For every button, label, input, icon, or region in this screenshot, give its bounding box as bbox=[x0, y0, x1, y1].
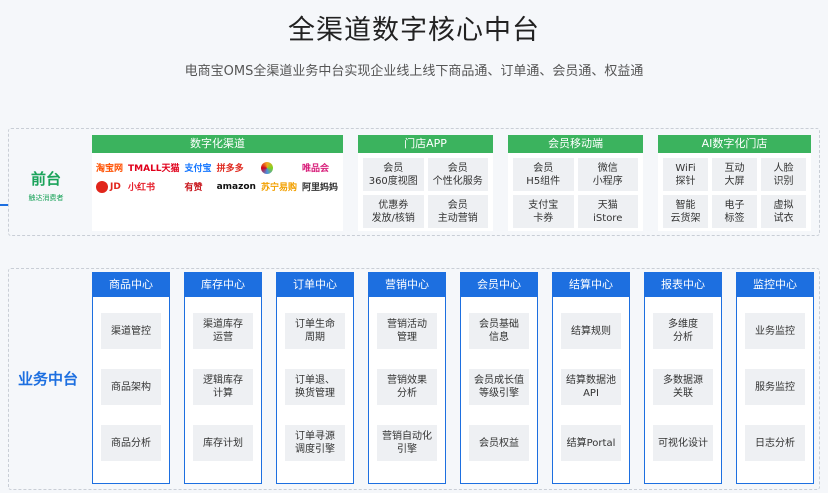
biz-item: 订单寻源 调度引擎 bbox=[285, 425, 345, 461]
colorful-circle-logo bbox=[260, 161, 298, 174]
panel-store-app: 门店APP 会员 360度视图 会员 个性化服务 优惠券 发放/核销 会员 主动… bbox=[358, 135, 493, 231]
biz-column: 会员中心 会员基础 信息 会员成长值 等级引擎 会员权益 bbox=[460, 272, 538, 484]
front-label: 前台 触达消费者 bbox=[10, 168, 82, 203]
panel-ai-header: AI数字化门店 bbox=[658, 135, 811, 153]
alimama-logo: 阿里妈妈 bbox=[301, 183, 338, 193]
ai-cell: 电子 标签 bbox=[712, 195, 757, 228]
alipay-logo: 支付宝 bbox=[184, 164, 212, 174]
panel-member-header: 会员移动端 bbox=[508, 135, 643, 153]
ai-cell: 互动 大屏 bbox=[712, 158, 757, 191]
member-cell: 会员 H5组件 bbox=[513, 158, 574, 191]
store-cell: 优惠券 发放/核销 bbox=[363, 195, 424, 228]
biz-column-items: 结算规则结算数据池 API 结算Portal bbox=[553, 297, 629, 461]
ai-grid: WiFi 探针 互动 大屏 人脸 识别 智能 云货架 电子 标签 虚拟 试衣 bbox=[658, 153, 811, 233]
channel-logos: 淘宝网 TMALL天猫 支付宝 拼多多 唯品会 JD 小红书 有赞 amazon… bbox=[92, 153, 343, 201]
biz-item: 渠道库存 运营 bbox=[193, 313, 253, 349]
biz-item: 会员基础 信息 bbox=[469, 313, 529, 349]
biz-column: 商品中心渠道管控商品架构商品分析 bbox=[92, 272, 170, 484]
biz-item: 多数据源 关联 bbox=[653, 369, 713, 405]
biz-column-header: 商品中心 bbox=[93, 273, 169, 297]
biz-item: 逻辑库存 计算 bbox=[193, 369, 253, 405]
store-cell: 会员 个性化服务 bbox=[427, 158, 488, 191]
biz-item: 库存计划 bbox=[193, 425, 253, 461]
member-cell: 支付宝 卡券 bbox=[513, 195, 574, 228]
biz-item: 订单生命 周期 bbox=[285, 313, 345, 349]
biz-item: 订单退、 换货管理 bbox=[285, 369, 345, 405]
ai-cell: 虚拟 试衣 bbox=[761, 195, 806, 228]
biz-column-header: 结算中心 bbox=[553, 273, 629, 297]
biz-item: 业务监控 bbox=[745, 313, 805, 349]
panel-channels: 数字化渠道 淘宝网 TMALL天猫 支付宝 拼多多 唯品会 JD 小红书 有赞 … bbox=[92, 135, 343, 231]
amazon-logo: amazon bbox=[216, 181, 256, 192]
biz-item: 营销活动 管理 bbox=[377, 313, 437, 349]
front-label-main: 前台 bbox=[30, 170, 61, 188]
biz-item: 结算Portal bbox=[561, 425, 621, 461]
panel-store-header: 门店APP bbox=[358, 135, 493, 153]
member-cell: 微信 小程序 bbox=[577, 158, 638, 191]
biz-column-items: 会员基础 信息 会员成长值 等级引擎 会员权益 bbox=[461, 297, 537, 461]
biz-column-items: 多维度 分析 多数据源 关联 可视化设计 bbox=[645, 297, 721, 461]
tmall-logo: TMALL天猫 bbox=[128, 164, 180, 174]
biz-item: 商品架构 bbox=[101, 369, 161, 405]
biz-item: 可视化设计 bbox=[653, 425, 713, 461]
member-cell: 天猫 iStore bbox=[577, 195, 638, 228]
biz-column-header: 会员中心 bbox=[461, 273, 537, 297]
biz-column: 营销中心 营销活动 管理 营销效果 分析 营销自动化 引擎 bbox=[368, 272, 446, 484]
biz-item: 服务监控 bbox=[745, 369, 805, 405]
jd-logo: JD bbox=[96, 180, 124, 193]
store-cell: 会员 360度视图 bbox=[363, 158, 424, 191]
ai-cell: 人脸 识别 bbox=[761, 158, 806, 191]
panel-ai-store: AI数字化门店 WiFi 探针 互动 大屏 人脸 识别 智能 云货架 电子 标签… bbox=[658, 135, 811, 231]
biz-column: 监控中心业务监控服务监控日志分析 bbox=[736, 272, 814, 484]
pinduoduo-logo: 拼多多 bbox=[216, 164, 244, 174]
biz-column-header: 营销中心 bbox=[369, 273, 445, 297]
front-label-sub: 触达消费者 bbox=[28, 194, 64, 202]
page-subtitle: 电商宝OMS全渠道业务中台实现企业线上线下商品通、订单通、会员通、权益通 bbox=[184, 64, 644, 79]
store-cell: 会员 主动营销 bbox=[427, 195, 488, 228]
biz-column-items: 订单生命 周期 订单退、 换货管理 订单寻源 调度引擎 bbox=[277, 297, 353, 461]
suning-logo: 苏宁易购 bbox=[260, 183, 297, 193]
youzan-logo: 有赞 bbox=[184, 183, 203, 193]
biz-column-header: 订单中心 bbox=[277, 273, 353, 297]
ai-cell: WiFi 探针 bbox=[663, 158, 708, 191]
taobao-logo: 淘宝网 bbox=[96, 164, 124, 174]
biz-item: 渠道管控 bbox=[101, 313, 161, 349]
vipshop-logo: 唯品会 bbox=[301, 164, 329, 174]
biz-item: 会员成长值 等级引擎 bbox=[469, 369, 529, 405]
biz-column-header: 监控中心 bbox=[737, 273, 813, 297]
biz-label: 业务中台 bbox=[17, 370, 78, 388]
panel-channels-header: 数字化渠道 bbox=[92, 135, 343, 153]
ai-cell: 智能 云货架 bbox=[663, 195, 708, 228]
biz-item: 结算规则 bbox=[561, 313, 621, 349]
biz-column-items: 营销活动 管理 营销效果 分析 营销自动化 引擎 bbox=[369, 297, 445, 461]
biz-column-items: 渠道库存 运营 逻辑库存 计算 库存计划 bbox=[185, 297, 261, 461]
biz-column: 订单中心 订单生命 周期 订单退、 换货管理 订单寻源 调度引擎 bbox=[276, 272, 354, 484]
biz-item: 日志分析 bbox=[745, 425, 805, 461]
member-grid: 会员 H5组件 微信 小程序 支付宝 卡券 天猫 iStore bbox=[508, 153, 643, 233]
biz-item: 商品分析 bbox=[101, 425, 161, 461]
biz-column-items: 渠道管控商品架构商品分析 bbox=[93, 297, 169, 461]
biz-item: 营销效果 分析 bbox=[377, 369, 437, 405]
biz-item: 结算数据池 API bbox=[561, 369, 621, 405]
page-title: 全渠道数字核心中台 bbox=[288, 15, 540, 46]
store-grid: 会员 360度视图 会员 个性化服务 优惠券 发放/核销 会员 主动营销 bbox=[358, 153, 493, 233]
front-marker bbox=[0, 204, 8, 206]
biz-column-header: 报表中心 bbox=[645, 273, 721, 297]
biz-item: 营销自动化 引擎 bbox=[377, 425, 437, 461]
biz-column-header: 库存中心 bbox=[185, 273, 261, 297]
biz-column-items: 业务监控服务监控日志分析 bbox=[737, 297, 813, 461]
biz-column: 结算中心结算规则结算数据池 API 结算Portal bbox=[552, 272, 630, 484]
panel-member-mobile: 会员移动端 会员 H5组件 微信 小程序 支付宝 卡券 天猫 iStore bbox=[508, 135, 643, 231]
biz-item: 多维度 分析 bbox=[653, 313, 713, 349]
biz-column: 报表中心 多维度 分析 多数据源 关联 可视化设计 bbox=[644, 272, 722, 484]
xiaohongshu-logo: 小红书 bbox=[128, 183, 156, 193]
biz-item: 会员权益 bbox=[469, 425, 529, 461]
biz-column: 库存中心 渠道库存 运营 逻辑库存 计算 库存计划 bbox=[184, 272, 262, 484]
